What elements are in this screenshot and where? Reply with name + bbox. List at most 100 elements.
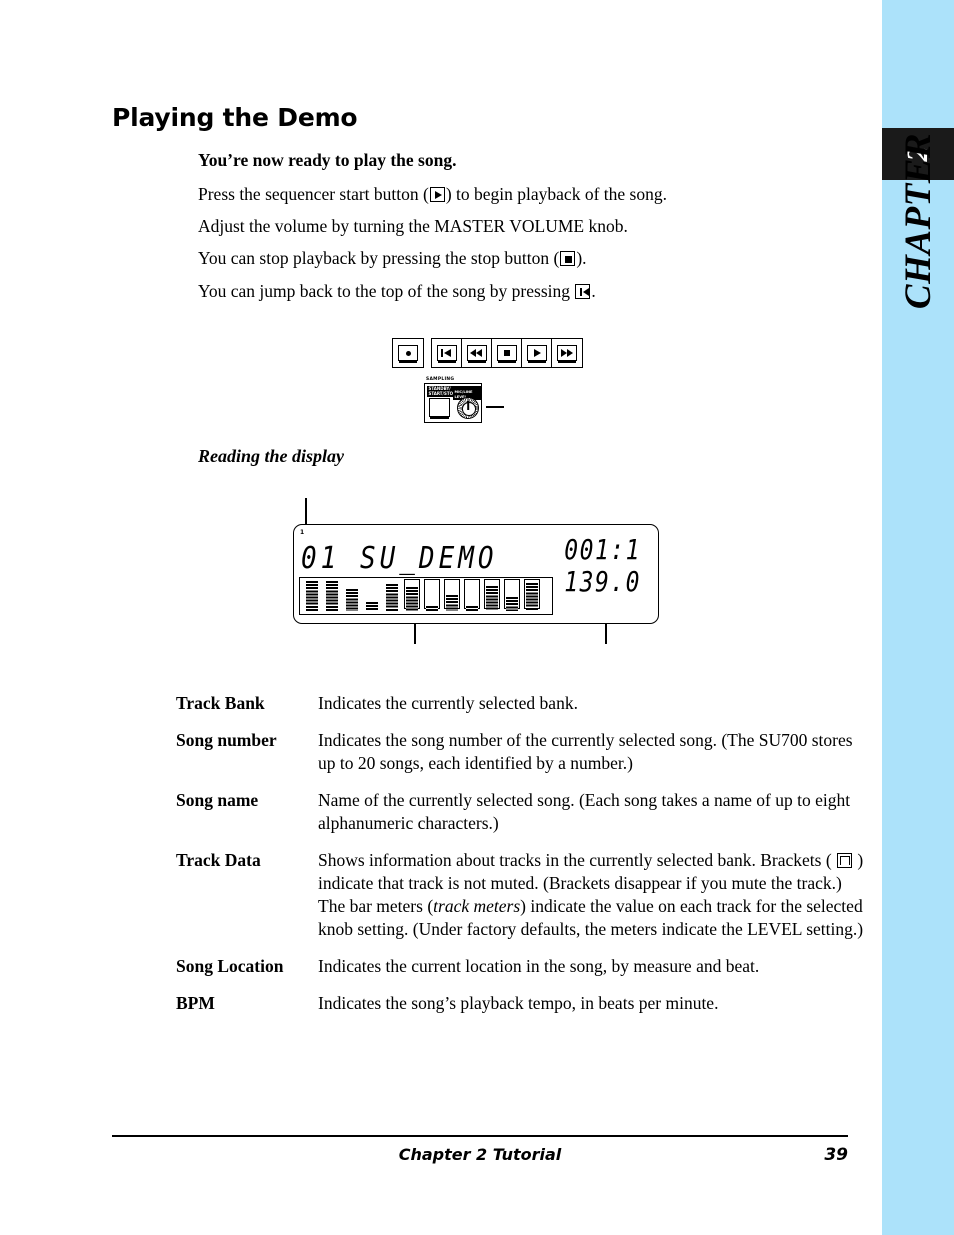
jump-to-top-button [432,339,462,367]
chapter-tab-word: CHAPTER [897,132,939,310]
knob-leader-line [486,406,504,408]
track-meter [424,579,440,611]
track-meter [484,579,500,611]
track-meter [404,579,420,611]
track-meter [444,579,460,611]
paragraph-4-text-before: You can jump back to the top of the song… [198,281,575,301]
track-meter-bracket [424,579,440,609]
definition-row: Track Data Shows information about tracks… [176,849,866,941]
display-field-definitions: Track Bank Indicates the currently select… [176,692,866,1029]
rewind-button-cap [466,345,487,361]
track-meter-bar [526,583,538,611]
play-icon [429,187,445,202]
stop-icon [503,350,510,356]
track-meter [464,579,480,611]
page-title: Playing the Demo [112,103,358,132]
paragraph-1-text-after: ) to begin playback of the song. [445,184,667,204]
fast-forward-button [552,339,582,367]
jump-to-top-icon [441,349,452,357]
track-meter-bar [306,581,318,611]
sampling-panel-diagram: SAMPLING STANDBY/ START/STOP MIC/LINE LE… [424,377,482,423]
footer-divider [112,1135,848,1137]
definition-row: BPM Indicates the song’s playback tempo, … [176,992,866,1015]
lcd-display: 1 01 SU_DEMO 001:1 139.0 [293,524,659,624]
track-meter [524,579,540,611]
chapter-sidebar: 2 CHAPTER [882,0,954,1235]
track-meter [364,579,380,611]
track-meter [344,579,360,611]
transport-button-group [431,338,583,368]
definition-term: Song Location [176,956,284,976]
track-meters-emphasis: track meters [433,896,521,916]
lcd-song-text: 01 SU_DEMO [301,541,498,577]
sampling-panel-title: SAMPLING [426,377,455,382]
definition-description: Indicates the song number of the current… [318,730,853,773]
track-meter-bar [366,602,378,611]
definition-term: Track Data [176,850,261,870]
definition-description: Indicates the currently selected bank. [318,693,578,713]
stop-button [492,339,522,367]
paragraph-stop-button: You can stop playback by pressing the st… [198,248,587,269]
track-meter-bar [506,597,518,611]
play-icon [534,349,541,357]
track-meter [304,579,320,611]
sampling-standby-button [429,398,450,417]
track-meter-bar [346,589,358,611]
definition-term: Track Bank [176,693,265,713]
rewind-button [462,339,492,367]
definition-description: Indicates the current location in the so… [318,956,760,976]
reading-the-display-heading: Reading the display [198,446,345,466]
lcd-song-location: 001:1 [564,535,641,567]
paragraph-start-button: Press the sequencer start button ( ) to b… [198,184,667,205]
paragraph-jump-top: You can jump back to the top of the song… [198,281,596,302]
fast-forward-button-cap [557,345,577,361]
bracket-icon [837,853,853,868]
definition-description: Shows information about tracks in the cu… [318,850,864,939]
record-button-group [392,338,424,368]
record-button [393,339,423,367]
track-meter-bar [466,606,478,611]
definition-row: Song number Indicates the song number of … [176,729,866,775]
track-meter-bar [446,595,458,611]
lcd-bpm: 139.0 [564,567,641,599]
play-button-cap [526,345,547,361]
stop-icon [560,251,576,266]
track-meter-bar [426,606,438,611]
stop-button-cap [496,345,517,361]
footer-page-number: 39 [824,1145,848,1165]
mic-line-level-knob [457,397,479,419]
lcd-track-meters [299,577,553,615]
record-icon [405,350,411,356]
page-content: Playing the Demo You’re now ready to pla… [0,0,882,1235]
track-meter-bar [406,587,418,611]
definition-term: Song name [176,790,259,810]
paragraph-1-text-before: Press the sequencer start button ( [198,184,429,204]
definition-row: Song name Name of the currently selected … [176,789,866,835]
track-meter [384,579,400,611]
track-meter-bracket [464,579,480,609]
play-button [522,339,552,367]
paragraph-4-text-after: . [591,281,596,301]
fast-forward-icon [560,349,574,357]
lead-sentence: You’re now ready to play the song. [198,150,457,170]
definition-row: Song Location Indicates the current locat… [176,955,866,978]
definition-row: Track Bank Indicates the currently select… [176,692,866,715]
track-meter-bar [326,581,338,611]
track-meter [504,579,520,611]
record-button-cap [398,345,418,361]
definition-term: Song number [176,730,277,750]
paragraph-3-text-after: ). [576,248,587,268]
knob-inner [462,402,476,416]
track-meter-bar [386,584,398,611]
jump-to-top-icon [575,284,591,299]
transport-buttons-diagram [392,338,583,368]
definition-description: Name of the currently selected song. (Ea… [318,790,851,833]
track-meter-bar [486,586,498,611]
track-bank-indicator: 1 [300,529,305,536]
sampling-panel-box: STANDBY/ START/STOP MIC/LINE LEVEL [424,383,482,423]
paragraph-3-text-before: You can stop playback by pressing the st… [198,248,560,268]
definition-description: Indicates the song’s playback tempo, in … [318,993,719,1013]
rewind-icon [470,349,483,357]
jump-to-top-button-cap [436,345,457,361]
track-meter [324,579,340,611]
